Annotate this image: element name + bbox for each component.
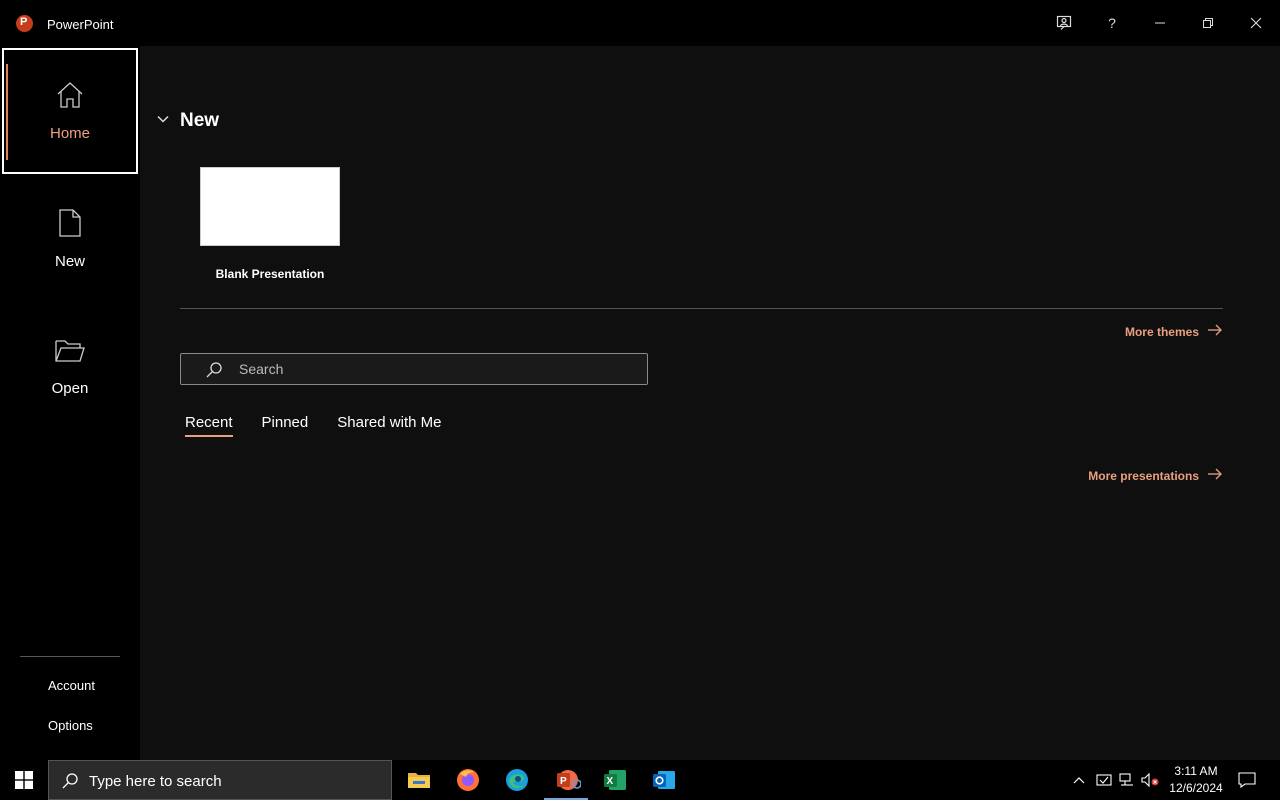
section-divider xyxy=(180,308,1223,309)
tab-recent[interactable]: Recent xyxy=(185,414,233,437)
tab-shared-with-me[interactable]: Shared with Me xyxy=(337,414,441,437)
blank-presentation-thumbnail[interactable] xyxy=(200,167,340,246)
network-icon[interactable] xyxy=(1116,760,1138,800)
search-input[interactable] xyxy=(239,359,629,379)
search-icon xyxy=(205,361,223,384)
volume-muted-icon[interactable] xyxy=(1139,760,1161,800)
restore-icon[interactable] xyxy=(1184,0,1232,46)
minimize-icon[interactable] xyxy=(1136,0,1184,46)
backstage-sidebar: Home New Open Account Options xyxy=(0,46,140,760)
chevron-down-icon xyxy=(156,112,170,131)
chevron-up-icon[interactable] xyxy=(1068,760,1090,800)
backstage-main: New Blank Presentation More themes Recen… xyxy=(140,46,1280,760)
clock-time: 3:11 AM xyxy=(1174,764,1218,778)
search-box[interactable] xyxy=(180,353,648,385)
arrow-right-icon xyxy=(1199,468,1223,483)
sidebar-item-new[interactable]: New xyxy=(2,176,138,302)
search-icon xyxy=(61,772,79,795)
coauthor-icon[interactable] xyxy=(1040,0,1088,46)
more-presentations-label: More presentations xyxy=(1088,468,1199,483)
svg-text:X: X xyxy=(607,776,614,787)
folder-open-icon xyxy=(54,337,86,370)
windows-start-icon[interactable] xyxy=(0,760,48,800)
windows-taskbar: Type here to search P X 3:11 AM 12/6/202… xyxy=(0,760,1280,800)
powerpoint-icon[interactable]: P xyxy=(542,760,590,800)
powerpoint-logo-icon: P xyxy=(16,15,33,32)
arrow-right-icon xyxy=(1199,324,1223,339)
sidebar-item-label: New xyxy=(54,253,85,270)
notifications-icon[interactable] xyxy=(1234,760,1260,800)
sidebar-divider xyxy=(20,656,120,657)
taskbar-search-box[interactable]: Type here to search xyxy=(48,760,392,800)
outlook-icon[interactable] xyxy=(640,760,688,800)
taskbar-clock[interactable]: 3:11 AM 12/6/2024 xyxy=(1164,763,1228,797)
blank-presentation-caption[interactable]: Blank Presentation xyxy=(180,267,360,281)
more-presentations-link[interactable]: More presentations xyxy=(1088,468,1223,483)
sidebar-options-link[interactable]: Options xyxy=(48,718,93,733)
sidebar-account-link[interactable]: Account xyxy=(48,678,95,693)
sidebar-item-home[interactable]: Home xyxy=(2,48,138,174)
sidebar-item-open[interactable]: Open xyxy=(2,304,138,430)
more-themes-link[interactable]: More themes xyxy=(1125,324,1223,339)
file-list-tabs: Recent Pinned Shared with Me xyxy=(185,414,470,437)
firefox-icon[interactable] xyxy=(444,760,492,800)
close-icon[interactable] xyxy=(1232,0,1280,46)
taskbar-search-placeholder: Type here to search xyxy=(89,773,222,790)
new-document-icon xyxy=(56,208,84,243)
home-icon xyxy=(55,80,85,115)
sidebar-item-label: Open xyxy=(51,380,89,397)
tab-pinned[interactable]: Pinned xyxy=(262,414,309,437)
more-themes-label: More themes xyxy=(1124,324,1199,339)
excel-icon[interactable]: X xyxy=(591,760,639,800)
sidebar-item-label: Home xyxy=(49,125,90,142)
help-icon[interactable]: ? xyxy=(1088,0,1136,46)
file-explorer-icon[interactable] xyxy=(395,760,443,800)
svg-text:P: P xyxy=(560,776,567,787)
edge-icon[interactable] xyxy=(493,760,541,800)
clock-date: 12/6/2024 xyxy=(1169,781,1223,795)
new-section-title: New xyxy=(180,110,220,131)
security-icon[interactable] xyxy=(1093,760,1115,800)
title-bar: P PowerPoint ? xyxy=(0,0,1280,46)
new-section-header[interactable]: New xyxy=(156,110,219,132)
app-title: PowerPoint xyxy=(47,17,114,32)
